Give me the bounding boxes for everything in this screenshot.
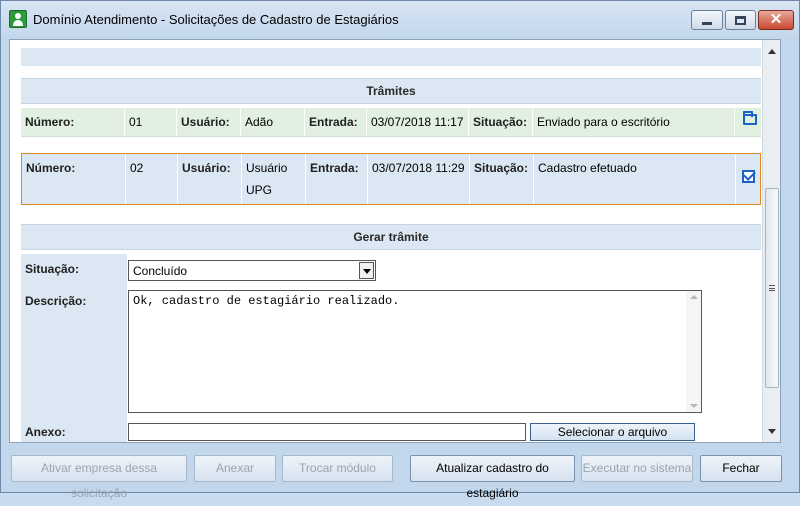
- ativar-empresa-button[interactable]: Ativar empresa dessa solicitação: [11, 455, 187, 500]
- executar-sistema-button[interactable]: Executar no sistema: [581, 455, 693, 482]
- scrollbar-thumb[interactable]: [765, 188, 779, 388]
- usuario-value: Usuário UPG: [242, 154, 306, 204]
- descricao-field-label: Descrição:: [21, 286, 126, 417]
- gerar-tramite-header: Gerar trâmite: [21, 224, 761, 250]
- textarea-scrollbar[interactable]: [686, 291, 701, 412]
- descricao-text: Ok, cadastro de estagiário realizado.: [133, 294, 400, 308]
- tramites-header: Trâmites: [21, 78, 761, 104]
- entrada-value: 03/07/2018 11:17: [367, 108, 469, 136]
- scroll-up-icon[interactable]: [690, 295, 698, 299]
- situacao-value: Cadastro efetuado: [534, 154, 736, 204]
- close-icon: ✕: [769, 11, 783, 28]
- tramite-row-1[interactable]: Número: 01 Usuário: Adão Entrada: 03/07/…: [21, 108, 761, 137]
- scroll-down-icon[interactable]: [690, 404, 698, 408]
- usuario-label: Usuário:: [178, 154, 242, 204]
- entrada-label: Entrada:: [306, 154, 368, 204]
- title-bar[interactable]: Domínio Atendimento - Solicitações de Ca…: [1, 1, 799, 39]
- situacao-select-value: Concluído: [133, 264, 188, 278]
- numero-label: Número:: [21, 108, 125, 136]
- anexo-field-label: Anexo:: [21, 417, 126, 442]
- chevron-down-icon[interactable]: [359, 262, 374, 279]
- anexo-input[interactable]: [128, 423, 526, 441]
- numero-value: 01: [125, 108, 177, 136]
- situacao-label: Situação:: [469, 108, 533, 136]
- descricao-textarea[interactable]: Ok, cadastro de estagiário realizado.: [128, 290, 702, 413]
- vertical-scrollbar[interactable]: [762, 40, 780, 442]
- close-button[interactable]: ✕: [758, 10, 794, 30]
- entrada-value: 03/07/2018 11:29: [368, 154, 470, 204]
- maximize-button[interactable]: [725, 10, 756, 30]
- top-strip: [21, 48, 761, 66]
- main-window: Domínio Atendimento - Solicitações de Ca…: [0, 0, 800, 500]
- content-panel: Trâmites Número: 01 Usuário: Adão Entrad…: [9, 39, 781, 443]
- entrada-label: Entrada:: [305, 108, 367, 136]
- usuario-value: Adão: [241, 108, 305, 136]
- window-title: Domínio Atendimento - Solicitações de Ca…: [33, 12, 399, 27]
- scroll-down-icon[interactable]: [768, 429, 776, 434]
- situacao-value: Enviado para o escritório: [533, 108, 735, 136]
- situacao-field-label: Situação:: [21, 254, 126, 286]
- app-user-icon: [9, 10, 27, 28]
- usuario-label: Usuário:: [177, 108, 241, 136]
- situacao-label: Situação:: [470, 154, 534, 204]
- numero-label: Número:: [22, 154, 126, 204]
- situacao-select[interactable]: Concluído: [128, 260, 376, 281]
- fechar-button[interactable]: Fechar: [700, 455, 782, 482]
- trocar-modulo-button[interactable]: Trocar módulo: [282, 455, 393, 482]
- folder-icon[interactable]: [743, 111, 757, 125]
- maximize-icon: [735, 16, 746, 25]
- minimize-icon: [702, 22, 712, 25]
- grip-icon: [769, 285, 775, 291]
- tramite-row-2[interactable]: Número: 02 Usuário: Usuário UPG Entrada:…: [21, 153, 761, 205]
- checkbox-icon[interactable]: [742, 170, 755, 183]
- minimize-button[interactable]: [691, 10, 723, 30]
- numero-value: 02: [126, 154, 178, 204]
- select-file-button[interactable]: Selecionar o arquivo: [530, 423, 695, 441]
- atualizar-cadastro-button[interactable]: Atualizar cadastro do estagiário: [410, 455, 575, 500]
- scroll-up-icon[interactable]: [768, 49, 776, 54]
- anexar-button[interactable]: Anexar: [194, 455, 276, 482]
